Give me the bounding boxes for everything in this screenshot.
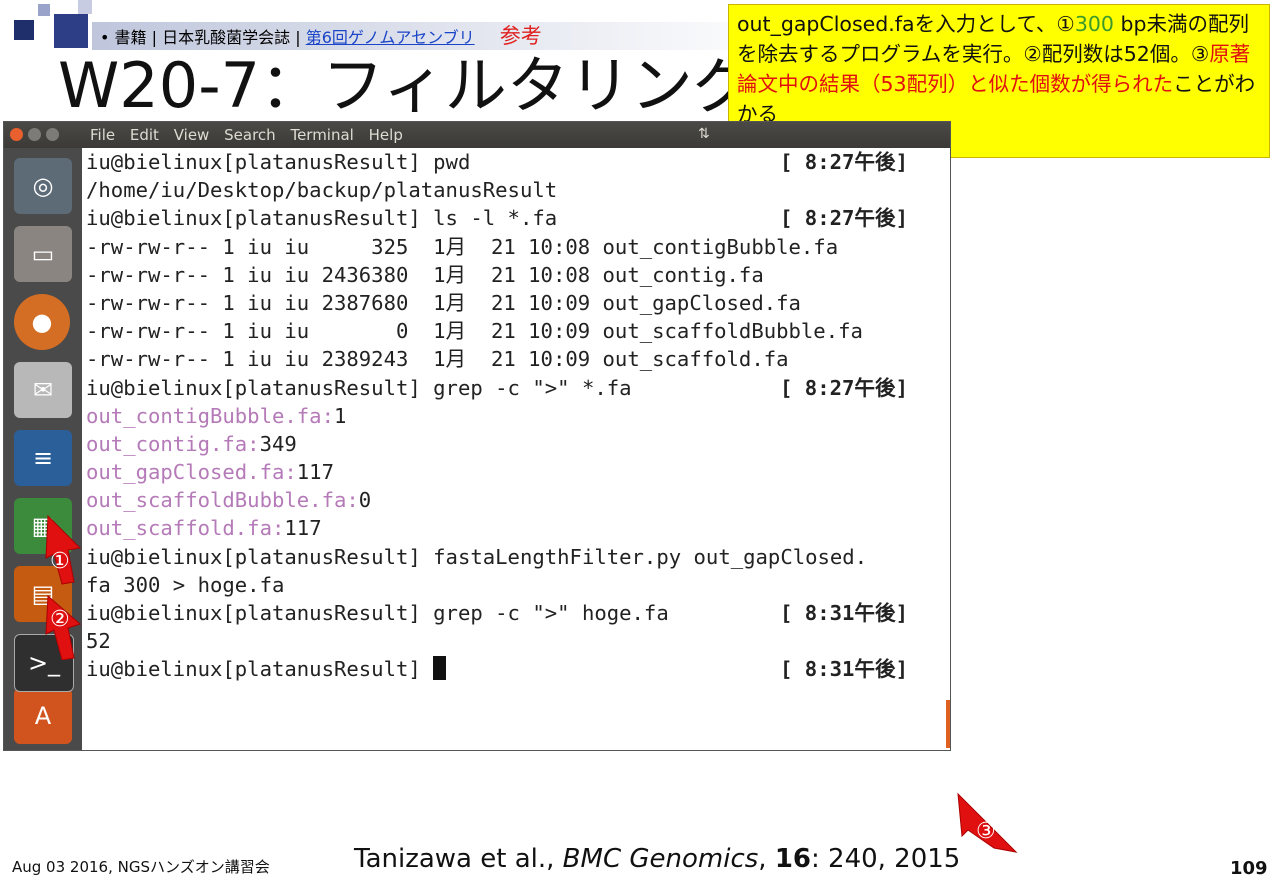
terminal-timestamp: [ 8:27午後] xyxy=(780,206,908,231)
launcher-files-icon[interactable]: ▭ xyxy=(14,226,72,282)
terminal-window: File Edit View Search Terminal Help ⇅ ◎ … xyxy=(4,122,950,750)
terminal-output[interactable]: iu@bielinux[platanusResult] pwd [ 8:27午後]… xyxy=(86,148,944,748)
callout-1: ① xyxy=(50,549,70,574)
citation-rest: : 240, 2015 xyxy=(811,844,961,874)
crumb-books: 書籍 xyxy=(114,28,147,47)
terminal-line-text: out_contig.fa: xyxy=(86,431,260,456)
slide-title: W20-7：フィルタリング xyxy=(58,49,755,122)
citation-authors: Tanizawa et al., xyxy=(354,844,563,874)
terminal-line-text: iu@bielinux[platanusResult] grep -c ">" … xyxy=(86,601,669,625)
callout-arrows: ① ② xyxy=(45,514,82,660)
terminal-count: 349 xyxy=(259,431,297,456)
terminal-line-text: iu@bielinux[platanusResult] xyxy=(86,657,434,682)
terminal-line: 52 xyxy=(86,627,944,655)
terminal-count: 0 xyxy=(358,488,372,513)
terminal-line-text: iu@bielinux[platanusResult] ls -l *.fa xyxy=(86,206,558,231)
terminal-line: -rw-rw-r-- 1 iu iu 0 1月 21 10:09 out_sca… xyxy=(86,317,944,345)
crumb-journal: 日本乳酸菌学会誌 xyxy=(162,28,291,47)
terminal-line-text: -rw-rw-r-- 1 iu iu 2387680 1月 21 10:09 o… xyxy=(86,290,801,315)
terminal-line-text: 52 xyxy=(86,629,111,654)
menu-search[interactable]: Search xyxy=(224,126,276,144)
terminal-line-text: iu@bielinux[platanusResult] pwd xyxy=(86,150,471,174)
network-icon[interactable]: ⇅ xyxy=(698,126,710,142)
menu-view[interactable]: View xyxy=(174,126,210,144)
citation: Tanizawa et al., BMC Genomics, 16: 240, … xyxy=(354,844,960,874)
window-titlebar[interactable]: File Edit View Search Terminal Help ⇅ xyxy=(4,122,950,148)
menu-bar: File Edit View Search Terminal Help xyxy=(90,122,413,148)
terminal-line-text: out_contigBubble.fa: xyxy=(86,403,334,428)
page-number: 109 xyxy=(1230,858,1268,879)
citation-volume: 16 xyxy=(774,844,811,874)
terminal-line-text: -rw-rw-r-- 1 iu iu 2389243 1月 21 10:09 o… xyxy=(86,347,789,372)
terminal-line: -rw-rw-r-- 1 iu iu 2389243 1月 21 10:09 o… xyxy=(86,345,944,373)
menu-terminal[interactable]: Terminal xyxy=(290,126,353,144)
maximize-icon[interactable] xyxy=(46,128,59,141)
terminal-line-text: fa 300 > hoge.fa xyxy=(86,572,285,597)
terminal-line-text: /home/iu/Desktop/backup/platanusResult xyxy=(86,178,558,203)
breadcrumb: • 書籍 | 日本乳酸菌学会誌 | 第6回ゲノムアセンブリ 参考 xyxy=(100,22,542,50)
decor-square xyxy=(14,20,34,40)
menu-edit[interactable]: Edit xyxy=(130,126,159,144)
menu-file[interactable]: File xyxy=(90,126,115,144)
terminal-line: /home/iu/Desktop/backup/platanusResult xyxy=(86,176,944,204)
terminal-line: out_contig.fa:349 xyxy=(86,430,944,458)
reference-label: 参考 xyxy=(499,24,542,48)
citation-journal: BMC Genomics xyxy=(562,844,759,874)
terminal-cursor xyxy=(433,656,447,681)
callout-arrow-3: ③ xyxy=(957,792,1018,853)
terminal-line: iu@bielinux[platanusResult] grep -c ">" … xyxy=(86,374,944,402)
terminal-line: out_scaffoldBubble.fa:0 xyxy=(86,486,944,514)
terminal-timestamp: [ 8:27午後] xyxy=(780,150,908,174)
bullet: • xyxy=(100,28,110,47)
terminal-line-text: out_scaffoldBubble.fa: xyxy=(86,488,359,513)
terminal-line-text: iu@bielinux[platanusResult] grep -c ">" … xyxy=(86,375,632,400)
terminal-line: iu@bielinux[platanusResult] fastaLengthF… xyxy=(86,543,944,571)
terminal-line: out_scaffold.fa:117 xyxy=(86,514,944,542)
close-icon[interactable] xyxy=(10,128,23,141)
terminal-line: iu@bielinux[platanusResult] grep -c ">" … xyxy=(86,599,944,627)
terminal-timestamp: [ 8:31午後] xyxy=(780,601,908,625)
terminal-timestamp: [ 8:27午後] xyxy=(780,375,908,400)
terminal-line: out_gapClosed.fa:117 xyxy=(86,458,944,486)
terminal-line-text: -rw-rw-r-- 1 iu iu 325 1月 21 10:08 out_c… xyxy=(86,234,839,259)
terminal-line: out_contigBubble.fa:1 xyxy=(86,402,944,430)
note-green-text: 300 xyxy=(1074,12,1114,36)
launcher-mail-icon[interactable]: ✉ xyxy=(14,362,72,418)
scrollbar[interactable] xyxy=(946,700,950,748)
callout-3: ③ xyxy=(976,819,996,844)
note-text: out_gapClosed.faを入力として、① xyxy=(737,12,1075,36)
footer-date: Aug 03 2016, NGSハンズオン講習会 xyxy=(12,858,270,876)
crumb-link-assembly[interactable]: 第6回ゲノムアセンブリ xyxy=(306,28,475,47)
terminal-line: -rw-rw-r-- 1 iu iu 2436380 1月 21 10:08 o… xyxy=(86,261,944,289)
terminal-count: 117 xyxy=(284,516,322,541)
terminal-count: 1 xyxy=(333,403,347,428)
terminal-line: iu@bielinux[platanusResult] ls -l *.fa [ … xyxy=(86,204,944,232)
terminal-line: -rw-rw-r-- 1 iu iu 2387680 1月 21 10:09 o… xyxy=(86,289,944,317)
decor-square xyxy=(38,4,50,16)
terminal-timestamp: [ 8:31午後] xyxy=(780,657,908,682)
terminal-line: fa 300 > hoge.fa xyxy=(86,571,944,599)
citation-comma: , xyxy=(758,844,775,874)
terminal-line-text: -rw-rw-r-- 1 iu iu 2436380 1月 21 10:08 o… xyxy=(86,262,764,287)
launcher-ubuntu-icon[interactable]: ◎ xyxy=(14,158,72,214)
crumb-sep: | xyxy=(151,28,158,47)
launcher-firefox-icon[interactable]: ● xyxy=(14,294,70,350)
launcher-writer-icon[interactable]: ≡ xyxy=(14,430,72,486)
terminal-line-text: out_scaffold.fa: xyxy=(86,516,285,541)
terminal-count: 117 xyxy=(296,460,334,485)
terminal-line: iu@bielinux[platanusResult] pwd [ 8:27午後] xyxy=(86,148,944,176)
launcher-software-icon[interactable]: A xyxy=(14,688,72,744)
terminal-line-text: iu@bielinux[platanusResult] fastaLengthF… xyxy=(86,544,868,569)
menu-help[interactable]: Help xyxy=(369,126,403,144)
decor-square xyxy=(78,0,92,14)
decor-square xyxy=(54,14,88,48)
terminal-line-text: out_gapClosed.fa: xyxy=(86,460,297,485)
terminal-line: -rw-rw-r-- 1 iu iu 325 1月 21 10:08 out_c… xyxy=(86,233,944,261)
terminal-line-text: -rw-rw-r-- 1 iu iu 0 1月 21 10:09 out_sca… xyxy=(86,319,863,344)
callout-2: ② xyxy=(50,607,70,632)
crumb-sep: | xyxy=(295,28,301,47)
terminal-line: iu@bielinux[platanusResult] [ 8:31午後] xyxy=(86,655,944,683)
minimize-icon[interactable] xyxy=(28,128,41,141)
